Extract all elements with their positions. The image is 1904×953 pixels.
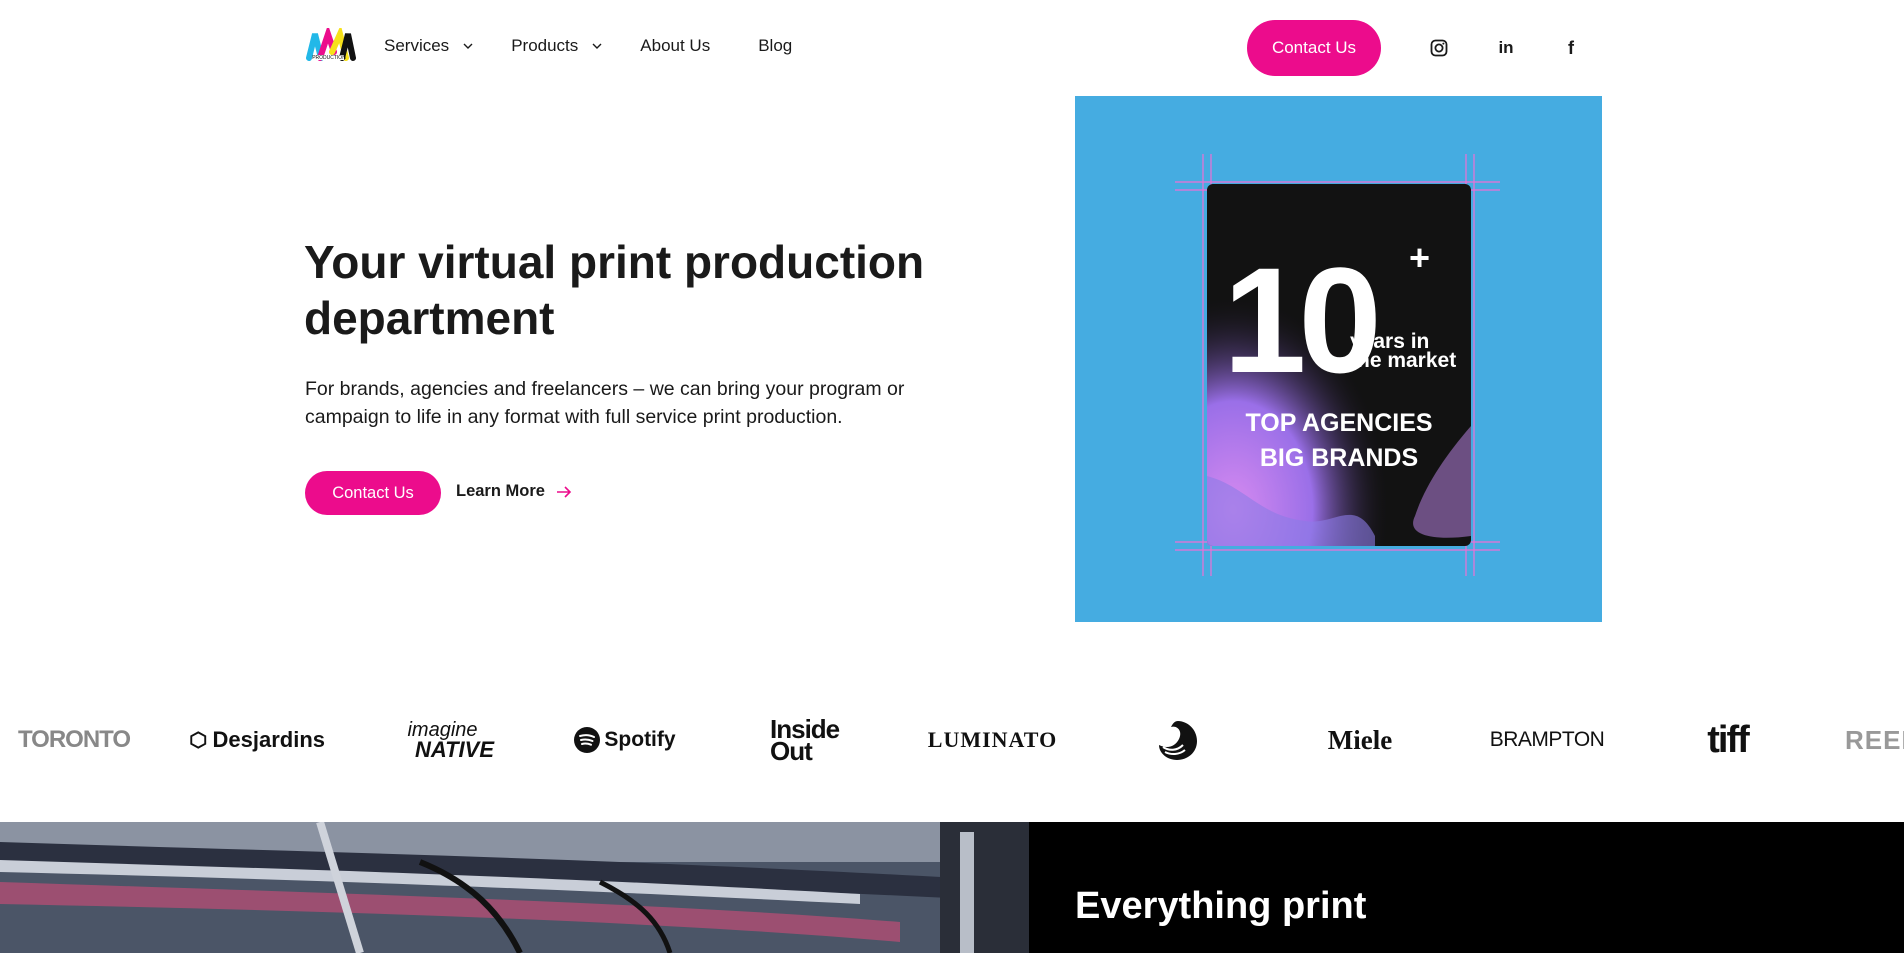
poster-tagline: TOP AGENCIES BIG BRANDS (1199, 406, 1479, 476)
arrow-right-icon (556, 485, 572, 498)
brand-spotify: Spotify (572, 704, 677, 776)
brand-brampton: BRAMPTON (1488, 704, 1605, 776)
svg-text:PRODUCTION: PRODUCTION (312, 55, 346, 61)
brand-reel-label: REEL C (1845, 724, 1904, 755)
years-caption: years in the market (1350, 331, 1470, 372)
brand-native-label: NATIVE (414, 737, 495, 762)
brand-imagine-native: imagine NATIVE (385, 704, 500, 776)
chevron-down-icon (592, 43, 602, 49)
brand-reel: REEL C (1845, 704, 1904, 776)
nav-about[interactable]: About Us (640, 36, 710, 56)
learn-more-link[interactable]: Learn More (456, 482, 573, 501)
tagline-line-2: BIG BRANDS (1259, 444, 1419, 472)
facebook-glyph: f (1568, 37, 1574, 58)
everything-print-section: Everything print (1029, 822, 1904, 953)
swan-logo-icon (1158, 721, 1197, 760)
brand-miele: Miele (1305, 704, 1415, 776)
nav-services[interactable]: Services (384, 36, 475, 56)
brand-tiff-label: tiff (1707, 718, 1750, 761)
hexagon-icon (190, 731, 207, 749)
brand-luminato-label: LUMINATO (927, 727, 1058, 752)
brand-toronto-label: TORONTO (17, 726, 131, 753)
brand-swan (1150, 704, 1205, 776)
nav-blog[interactable]: Blog (758, 36, 792, 56)
spotify-icon (574, 727, 601, 753)
client-logos-strip: TORONTO Desjardins imagine NATIVE Spotif… (0, 704, 1904, 776)
facebook-icon[interactable]: f (1560, 37, 1582, 59)
section-title: Everything print (1075, 885, 1367, 927)
years-line-2: the market (1350, 349, 1457, 372)
brand-brampton-label: BRAMPTON (1489, 728, 1605, 751)
brand-desjardins-label: Desjardins (212, 727, 326, 752)
brand-luminato: LUMINATO (925, 704, 1060, 776)
brand-inside-out: Inside Out (770, 704, 850, 776)
nav-products-label: Products (511, 36, 579, 55)
brand-toronto: TORONTO (17, 704, 131, 776)
linkedin-icon[interactable]: in (1495, 37, 1517, 59)
brand-logo[interactable]: PRODUCTION (306, 24, 356, 66)
brand-out-label: Out (770, 736, 813, 766)
instagram-icon[interactable] (1428, 37, 1450, 59)
nav-about-label: About Us (640, 36, 711, 55)
hero-contact-button[interactable]: Contact Us (305, 471, 441, 515)
brand-desjardins: Desjardins (190, 704, 325, 776)
brand-miele-label: Miele (1327, 724, 1393, 755)
nav-services-label: Services (384, 36, 450, 55)
nav-blog-label: Blog (758, 36, 793, 55)
linkedin-glyph: in (1498, 38, 1514, 57)
hero-title: Your virtual print production department (304, 236, 925, 344)
hero-image: 10 + years in the market TOP AGENCIES BI… (1075, 96, 1602, 622)
header-contact-button[interactable]: Contact Us (1247, 20, 1381, 76)
nav-products[interactable]: Products (511, 36, 604, 56)
brand-spotify-label: Spotify (604, 728, 676, 751)
learn-more-label: Learn More (456, 482, 545, 500)
tagline-line-1: TOP AGENCIES (1245, 409, 1433, 437)
big-ten-number: 10 (1223, 236, 1376, 404)
ten-years-poster: 10 + (1175, 154, 1500, 576)
hero-description: For brands, agencies and freelancers – w… (305, 378, 905, 428)
main-nav: Services Products About Us Blog (384, 36, 828, 56)
brand-tiff: tiff (1690, 704, 1765, 776)
chevron-down-icon (463, 43, 473, 49)
site-header: PRODUCTION Services Products About Us Bl… (0, 0, 1904, 96)
plus-sign: + (1409, 237, 1430, 278)
print-machine-photo (0, 822, 1029, 953)
